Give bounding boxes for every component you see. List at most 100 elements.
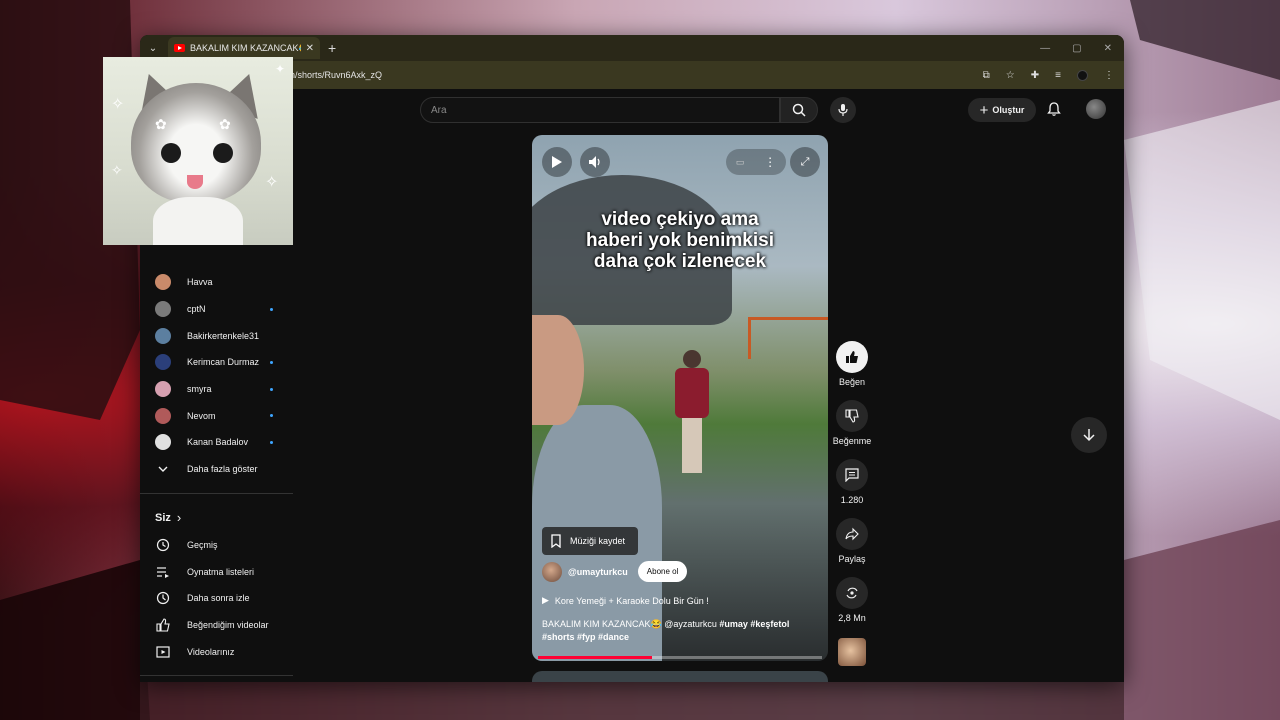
notifications-bell-icon[interactable] <box>1046 101 1062 117</box>
sidebar-item-label: Beğendiğim videolar <box>187 619 269 630</box>
you-section-heading[interactable]: Siz › <box>140 504 293 532</box>
play-button[interactable] <box>542 147 572 177</box>
account-avatar[interactable] <box>1086 99 1106 119</box>
sidebar-item-label: Geçmiş <box>187 539 218 550</box>
sidebar-item[interactable]: Beğendiğim videolar <box>140 612 293 639</box>
remix-button[interactable] <box>836 577 868 609</box>
close-window-icon[interactable]: ✕ <box>1104 43 1112 54</box>
subscription-item[interactable]: Kanan Badalov <box>140 429 293 456</box>
svg-text:✿: ✿ <box>219 117 231 133</box>
maximize-icon[interactable]: ▢ <box>1072 43 1081 54</box>
video-progress-bar[interactable] <box>538 656 822 659</box>
sidebar-item[interactable]: Oynatma listeleri <box>140 558 293 585</box>
extensions-icon[interactable]: ✚ <box>1031 70 1039 81</box>
subscription-item[interactable]: cptN <box>140 296 293 323</box>
comments-button[interactable] <box>836 459 868 491</box>
video-person-face <box>532 315 584 425</box>
playlists-icon <box>155 564 171 580</box>
description-title: BAKALIM KIM KAZANCAK😂 @ayzaturkcu <box>542 619 720 629</box>
subscription-name: smyra <box>187 384 212 395</box>
new-tab-icon[interactable]: + <box>328 40 336 56</box>
search-icon <box>792 103 806 117</box>
remix-count: 2,8 Mn <box>838 613 866 623</box>
subscription-item[interactable]: Kerimcan Durmaz <box>140 349 293 376</box>
clock-icon <box>155 590 171 606</box>
tab-title: BAKALIM KIM KAZANCAK😂 @ <box>190 42 301 53</box>
channel-avatar <box>155 381 171 398</box>
short-options-group: ▭ ⋮ <box>726 149 786 175</box>
bookmark-icon <box>551 534 561 548</box>
channel-avatar <box>155 407 171 424</box>
create-button[interactable]: + Oluştur <box>968 98 1036 122</box>
video-icon <box>155 644 171 660</box>
captions-icon[interactable]: ▭ <box>736 157 745 168</box>
save-music-button[interactable]: Müziği kaydet <box>542 527 638 555</box>
new-content-dot <box>270 414 273 418</box>
like-button[interactable] <box>836 341 868 373</box>
subscription-name: Havva <box>187 277 213 288</box>
close-tab-icon[interactable]: ✕ <box>306 43 314 54</box>
plus-icon: + <box>979 101 989 119</box>
next-short-preview[interactable] <box>532 671 828 682</box>
channel-name[interactable]: @umayturkcu <box>568 567 628 577</box>
sidebar-item-label: Videolarınız <box>187 646 235 657</box>
fullscreen-button[interactable]: ⤢ <box>790 147 820 177</box>
dislike-button[interactable] <box>836 400 868 432</box>
tab-search-icon[interactable]: ⌄ <box>144 39 162 57</box>
new-content-dot <box>270 387 273 391</box>
channel-avatar <box>155 327 171 344</box>
play-icon <box>552 156 562 168</box>
share-button[interactable] <box>836 518 868 550</box>
youtube-favicon-icon <box>174 44 185 52</box>
svg-text:✧: ✧ <box>111 94 124 113</box>
create-label: Oluştur <box>992 105 1025 115</box>
subscription-item[interactable]: smyra <box>140 376 293 403</box>
short-video-player[interactable]: ▭ ⋮ ⤢ video çekiyo ama haberi yok benimk… <box>532 135 828 661</box>
bookmark-star-icon[interactable]: ☆ <box>1006 70 1015 81</box>
subscription-item[interactable]: Havva <box>140 269 293 296</box>
browser-tab[interactable]: BAKALIM KIM KAZANCAK😂 @ ✕ <box>168 37 320 59</box>
sound-thumbnail[interactable] <box>838 638 866 666</box>
channel-avatar <box>155 274 171 291</box>
show-more-button[interactable]: Daha fazla göster <box>140 456 293 483</box>
sparkle-doodles: ✧ ✧ ✧ ✦ ✿ ✿ <box>111 62 285 191</box>
search-input[interactable]: Ara <box>420 97 780 123</box>
share-icon <box>845 527 859 541</box>
sidebar-item[interactable]: Videolarınız <box>140 638 293 665</box>
url-field[interactable]: n/shorts/Ruvn6Axk_zQ <box>290 70 382 80</box>
hashtags-1[interactable]: #umay #keşfetol <box>719 619 789 629</box>
hashtags-2[interactable]: #shorts #fyp #dance <box>542 632 629 642</box>
more-options-icon[interactable]: ⋮ <box>764 155 776 169</box>
sidebar-item-label: Daha sonra izle <box>187 593 250 604</box>
new-content-dot <box>270 440 273 444</box>
search-button[interactable] <box>780 97 818 123</box>
sidebar-item[interactable]: Daha sonra izle <box>140 585 293 612</box>
sidebar-item[interactable]: Geçmiş <box>140 532 293 559</box>
voice-search-button[interactable] <box>830 97 856 123</box>
video-caption-overlay: video çekiyo ama haberi yok benimkisi da… <box>532 209 828 272</box>
channel-row: @umayturkcu Abone ol <box>542 561 688 582</box>
short-actions: Beğen Beğenme 1.280 Paylaş 2,8 Mn <box>833 341 871 679</box>
media-control-icon[interactable]: ≡ <box>1055 70 1061 81</box>
channel-avatar[interactable] <box>542 561 562 582</box>
browser-menu-icon[interactable]: ⋮ <box>1104 70 1114 81</box>
microphone-icon <box>838 104 848 116</box>
show-more-label: Daha fazla göster <box>187 464 258 475</box>
subscription-item[interactable]: Nevom <box>140 402 293 429</box>
comment-count: 1.280 <box>840 495 864 505</box>
playlist-link[interactable]: ▶ Kore Yemeği + Karaoke Dolu Bir Gün ! <box>542 595 709 606</box>
profile-icon[interactable] <box>1077 69 1088 81</box>
subscription-item[interactable]: Bakirkertenkele31 <box>140 322 293 349</box>
subscription-name: Nevom <box>187 410 216 421</box>
next-short-button[interactable] <box>1071 417 1107 453</box>
install-app-icon[interactable]: ⧉ <box>983 70 990 81</box>
subscribe-button[interactable]: Abone ol <box>637 561 688 582</box>
chevron-down-icon <box>155 461 171 477</box>
minimize-icon[interactable]: — <box>1040 43 1050 54</box>
volume-icon <box>589 156 600 168</box>
thumbs-up-icon <box>846 351 858 363</box>
remix-icon <box>846 587 858 599</box>
channel-avatar <box>155 434 171 451</box>
volume-button[interactable] <box>580 147 610 177</box>
thumbs-up-icon <box>155 617 171 633</box>
